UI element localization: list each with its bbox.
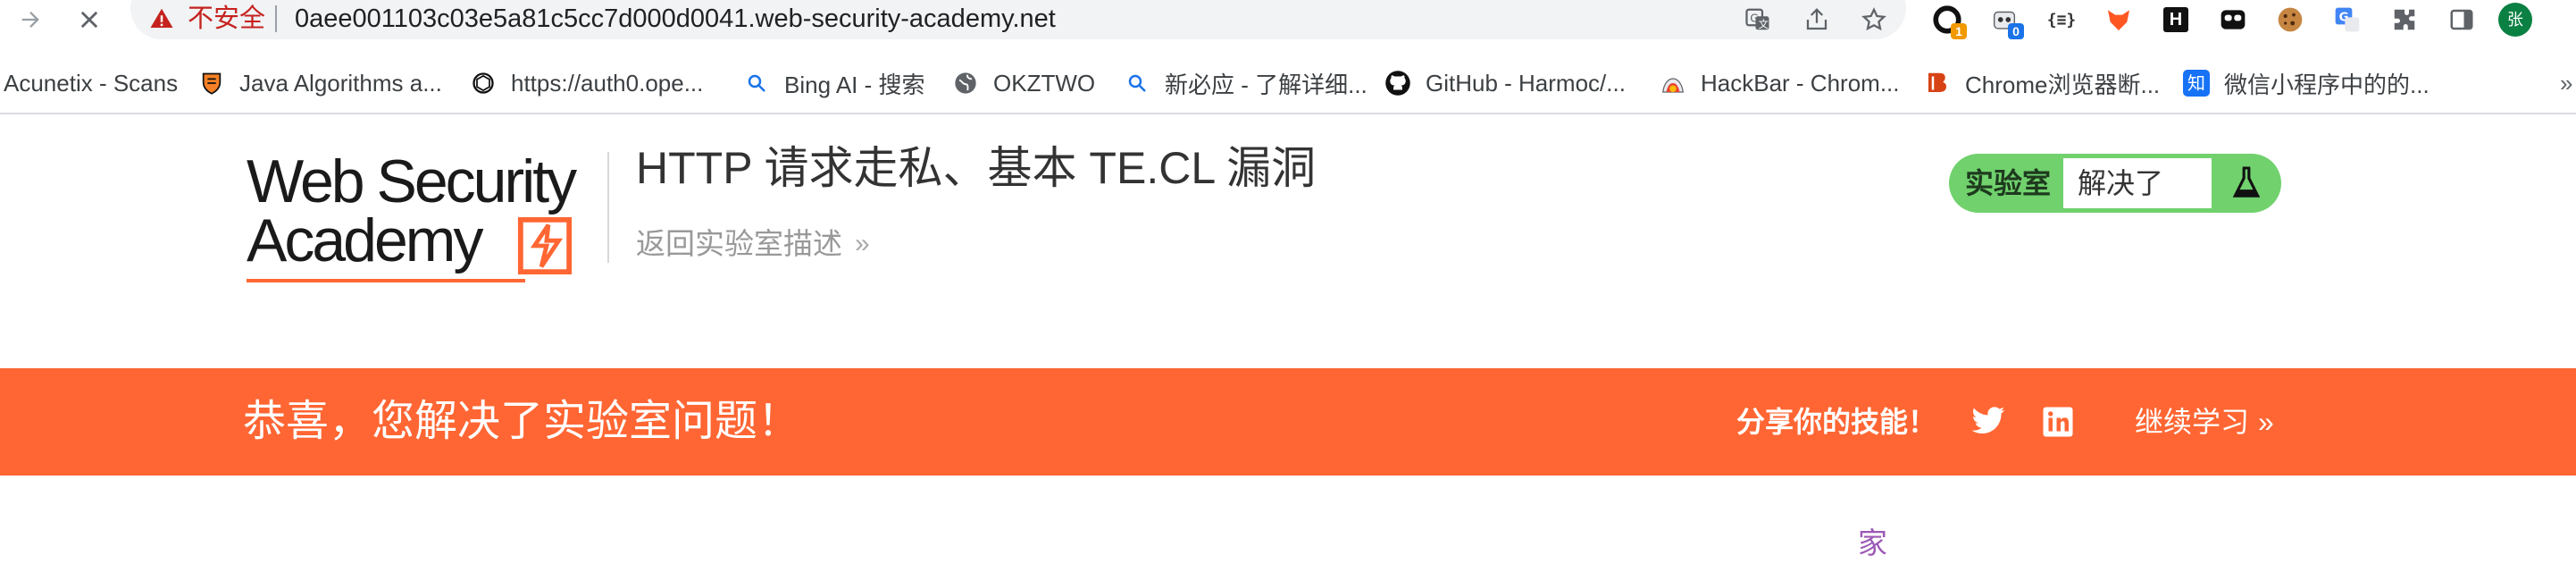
back-to-lab-description-link[interactable]: 返回实验室描述 » bbox=[636, 223, 870, 265]
logo-lightning-icon bbox=[517, 216, 573, 275]
bookmark-label: HackBar - Chrom... bbox=[1701, 69, 1900, 97]
cookie-extension-icon[interactable] bbox=[2272, 2, 2308, 38]
forward-arrow-icon[interactable] bbox=[14, 4, 46, 36]
search-icon bbox=[1124, 70, 1150, 97]
hackbar-letter: H bbox=[2163, 7, 2188, 32]
home-link[interactable]: 家 bbox=[1858, 526, 1887, 561]
puzzle-icon[interactable] bbox=[2387, 2, 2422, 38]
fox-extension-icon[interactable] bbox=[2101, 2, 2137, 38]
linkedin-icon[interactable] bbox=[2038, 402, 2078, 442]
logo-underline bbox=[247, 279, 525, 282]
extension-badge: 0 bbox=[2008, 23, 2024, 39]
b-logo-icon bbox=[1924, 70, 1951, 97]
hackbar-h-icon[interactable]: H bbox=[2158, 2, 2194, 38]
lab-status-widget: 实验室 解决了 bbox=[1949, 154, 2281, 213]
profile-initial: 张 bbox=[2498, 3, 2532, 37]
globe-icon bbox=[952, 70, 979, 97]
translate-icon[interactable]: G文 bbox=[1742, 4, 1774, 36]
continue-learning-text: 继续学习 bbox=[2135, 406, 2250, 438]
logo-line-1: Web Security bbox=[247, 147, 577, 215]
congratulations-message: 恭喜，您解决了实验室问题！ bbox=[243, 398, 801, 445]
bookmark-acunetix[interactable]: Acunetix - Scans bbox=[4, 68, 178, 98]
chrome-store-icon bbox=[1660, 70, 1686, 97]
bookmarks-bar: Acunetix - Scans Java Algorithms a... ht… bbox=[0, 59, 2576, 105]
sidepanel-icon[interactable] bbox=[2444, 2, 2480, 38]
bookmark-new-bing[interactable]: 新必应 - 了解详细... bbox=[1124, 68, 1367, 98]
o-extension-icon[interactable]: 1 bbox=[1929, 2, 1967, 39]
svg-text:文: 文 bbox=[1759, 18, 1769, 30]
bookmark-label: Bing AI - 搜索 bbox=[784, 71, 925, 98]
bookmark-bing-ai[interactable]: Bing AI - 搜索 bbox=[743, 68, 925, 98]
bookmark-label: Chrome浏览器断... bbox=[1965, 71, 2161, 98]
double-chevron-right-icon: » bbox=[855, 229, 870, 258]
bookmark-label: https://auth0.ope... bbox=[511, 69, 704, 97]
bookmark-label: Acunetix - Scans bbox=[4, 69, 179, 97]
insecure-label[interactable]: 不安全 bbox=[188, 3, 265, 35]
lab-title: HTTP 请求走私、基本 TE.CL 漏洞 bbox=[636, 143, 1317, 193]
bookmark-label: 新必应 - 了解详细... bbox=[1165, 71, 1367, 98]
lab-status-value: 解决了 bbox=[2063, 158, 2212, 208]
bookmark-java-algorithms[interactable]: Java Algorithms a... bbox=[198, 68, 442, 98]
bookmark-okztwo[interactable]: OKZTWO bbox=[952, 68, 1095, 98]
bookmark-label: 微信小程序中的的... bbox=[2224, 71, 2430, 98]
continue-learning-link[interactable]: 继续学习 » bbox=[2135, 404, 2274, 440]
profile-avatar[interactable]: 张 bbox=[2497, 2, 2533, 38]
twitter-icon[interactable] bbox=[1969, 402, 2008, 442]
extension-badge: 1 bbox=[1951, 23, 1967, 39]
solved-banner: 恭喜，您解决了实验室问题！ 分享你的技能！ 继续学习 » bbox=[0, 368, 2576, 476]
mask-extension-icon[interactable] bbox=[2215, 2, 2251, 38]
double-chevron-right-icon: » bbox=[2258, 406, 2274, 438]
bookmark-label: Java Algorithms a... bbox=[239, 69, 442, 97]
bookmark-label: OKZTWO bbox=[993, 69, 1096, 97]
robot-extension-icon[interactable]: 0 bbox=[1986, 2, 2024, 39]
openai-icon bbox=[470, 70, 497, 97]
back-link-text: 返回实验室描述 bbox=[636, 227, 842, 260]
translate-extension-icon[interactable]: G bbox=[2329, 2, 2365, 38]
princeton-shield-icon bbox=[198, 70, 225, 97]
toolbar-divider bbox=[0, 113, 2576, 114]
web-security-academy-logo[interactable]: Web Security Academy bbox=[247, 147, 600, 284]
json-extension-text: {≡} bbox=[2046, 10, 2077, 29]
warning-triangle-icon[interactable] bbox=[148, 5, 175, 32]
bookmarks-overflow-icon[interactable]: » bbox=[2560, 68, 2572, 98]
url-text[interactable]: 0aee001103c03e5a81c5cc7d000d0041.web-sec… bbox=[295, 3, 1056, 35]
bookmark-auth0[interactable]: https://auth0.ope... bbox=[470, 68, 703, 98]
share-skills-label: 分享你的技能！ bbox=[1736, 406, 1937, 438]
zhihu-icon: 知 bbox=[2183, 70, 2210, 97]
search-icon bbox=[743, 70, 770, 97]
header-separator bbox=[607, 152, 609, 263]
stop-loading-icon[interactable] bbox=[73, 4, 105, 36]
json-extension-icon[interactable]: {≡} bbox=[2044, 2, 2079, 38]
flask-icon bbox=[2217, 154, 2276, 213]
bookmark-github[interactable]: GitHub - Harmoc/... bbox=[1384, 68, 1626, 98]
bookmark-label: GitHub - Harmoc/... bbox=[1426, 69, 1626, 97]
bookmark-chrome-debug[interactable]: Chrome浏览器断... bbox=[1924, 68, 2160, 98]
browser-toolbar: 不安全 0aee001103c03e5a81c5cc7d000d0041.web… bbox=[0, 0, 2576, 39]
bookmark-star-icon[interactable] bbox=[1858, 4, 1890, 36]
url-separator bbox=[275, 5, 277, 32]
bookmark-hackbar[interactable]: HackBar - Chrom... bbox=[1660, 68, 1900, 98]
lab-status-label: 实验室 bbox=[1965, 167, 2052, 199]
github-icon bbox=[1384, 70, 1411, 97]
share-page-icon[interactable] bbox=[1801, 4, 1833, 36]
bookmark-wechat-miniprogram[interactable]: 知 微信小程序中的的... bbox=[2183, 68, 2430, 98]
